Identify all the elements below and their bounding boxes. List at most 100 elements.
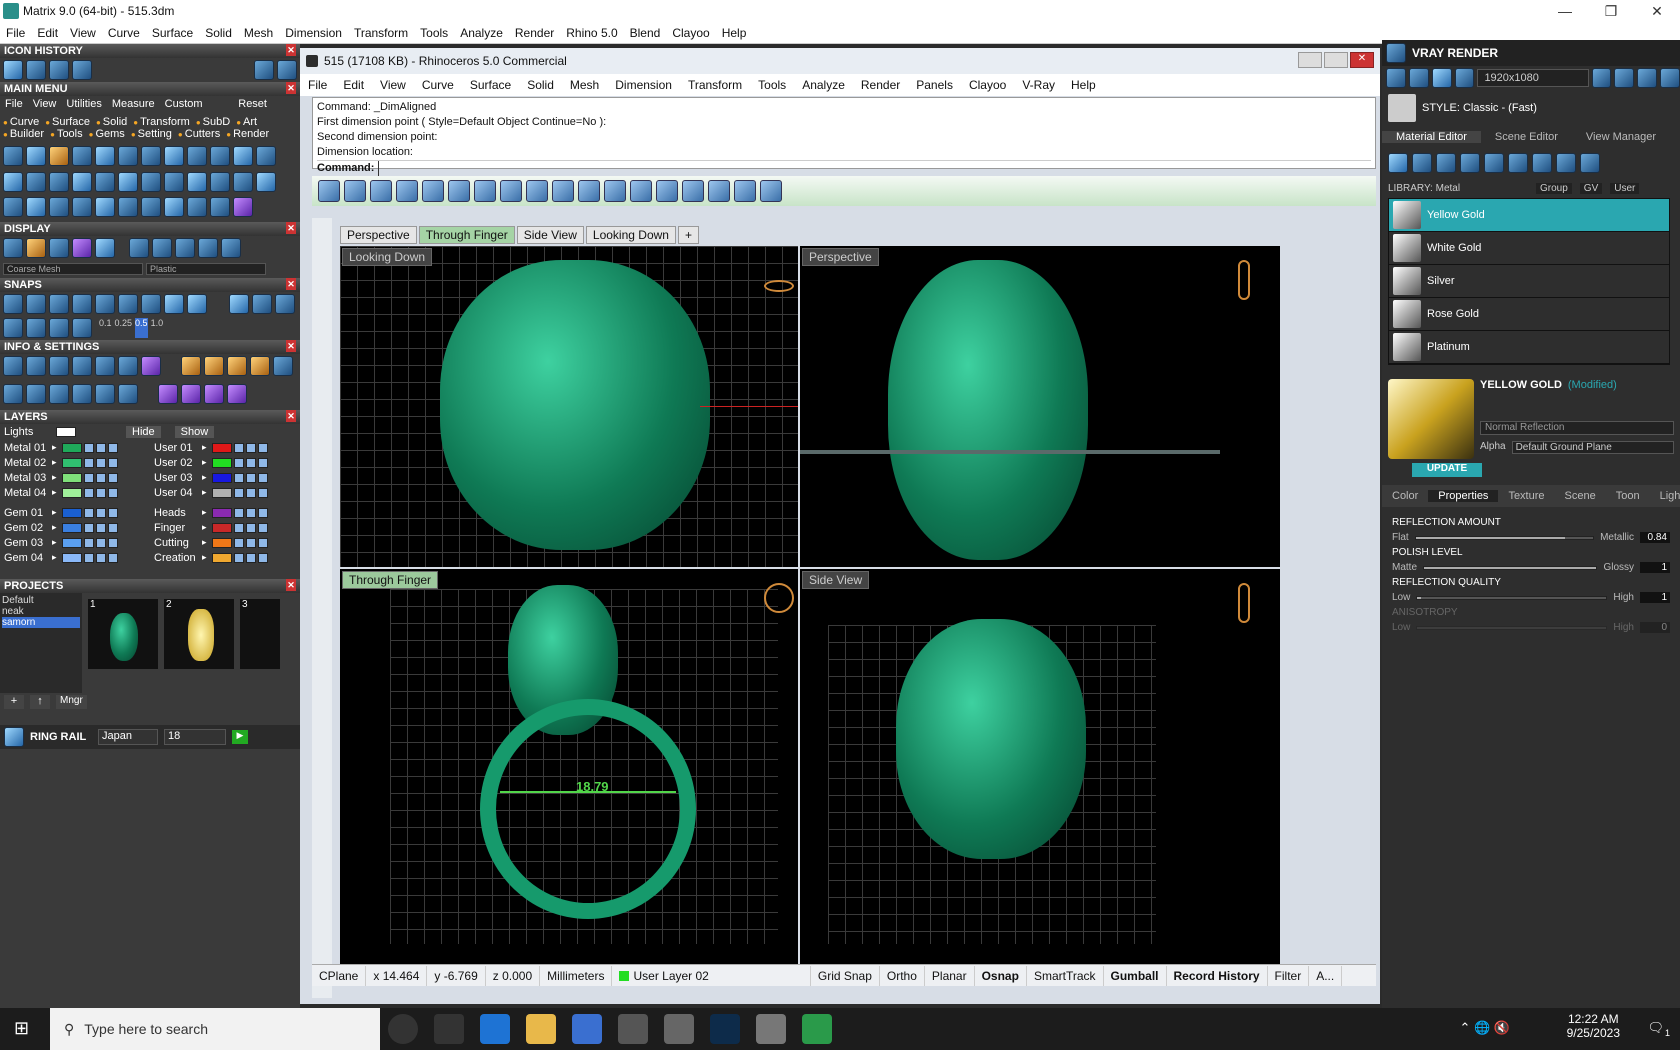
snap-toggle-icon[interactable] bbox=[229, 294, 249, 314]
layer-toggle-icon[interactable] bbox=[234, 442, 244, 453]
tool-icon[interactable] bbox=[187, 146, 207, 166]
project-thumb[interactable]: 3 bbox=[240, 599, 280, 669]
menu-edit[interactable]: Edit bbox=[31, 26, 64, 40]
slider-track[interactable] bbox=[1423, 565, 1598, 570]
material-icon[interactable] bbox=[1532, 153, 1552, 173]
edge-icon[interactable] bbox=[480, 1014, 510, 1044]
tool-icon[interactable] bbox=[204, 383, 224, 404]
expand-icon[interactable]: ▸ bbox=[52, 552, 62, 563]
viewport-label[interactable]: Looking Down bbox=[342, 248, 433, 266]
project-thumb[interactable]: 1 bbox=[88, 599, 158, 669]
folder-icon[interactable] bbox=[72, 60, 92, 80]
matrix-icon[interactable] bbox=[802, 1014, 832, 1044]
ellipse-icon[interactable] bbox=[422, 180, 444, 202]
rmenu-view[interactable]: View bbox=[372, 78, 414, 92]
layer-toggle-icon[interactable] bbox=[108, 457, 118, 468]
slider-value[interactable]: 1 bbox=[1640, 562, 1670, 573]
property-slider[interactable]: Flat Metallic 0.84 bbox=[1382, 530, 1680, 545]
tool-icon[interactable] bbox=[95, 383, 115, 404]
ring-model[interactable] bbox=[888, 260, 1088, 560]
menu-surface[interactable]: Surface bbox=[146, 26, 199, 40]
ring-model[interactable] bbox=[896, 619, 1086, 859]
snap-icon[interactable] bbox=[118, 294, 138, 314]
slider-value[interactable]: 0.84 bbox=[1640, 532, 1670, 543]
rhino-restore-button[interactable] bbox=[1324, 52, 1348, 68]
library-filter-gv[interactable]: GV bbox=[1579, 182, 1603, 194]
project-item[interactable]: Default bbox=[2, 595, 80, 606]
folder-icon[interactable] bbox=[526, 1014, 556, 1044]
layer-toggle-icon[interactable] bbox=[234, 507, 244, 518]
expand-icon[interactable]: ▸ bbox=[202, 472, 212, 483]
reflection-select[interactable]: Normal Reflection bbox=[1480, 421, 1674, 435]
store-icon[interactable] bbox=[572, 1014, 602, 1044]
layer-toggle-icon[interactable] bbox=[258, 457, 268, 468]
arc-icon[interactable] bbox=[396, 180, 418, 202]
tool-icon[interactable] bbox=[26, 383, 46, 404]
tool-icon[interactable] bbox=[95, 197, 115, 218]
tool-icon[interactable] bbox=[95, 171, 115, 192]
ring-shank[interactable] bbox=[480, 699, 696, 919]
material-select[interactable]: Plastic bbox=[146, 262, 266, 275]
rmenu-help[interactable]: Help bbox=[1063, 78, 1104, 92]
tool-icon[interactable] bbox=[49, 197, 69, 218]
arrow-left-icon[interactable] bbox=[254, 60, 274, 80]
play-icon[interactable] bbox=[49, 60, 69, 80]
sphere-icon[interactable] bbox=[49, 238, 69, 258]
tool-icon[interactable] bbox=[734, 180, 756, 202]
render-icon[interactable] bbox=[1660, 68, 1680, 88]
photoshop-icon[interactable] bbox=[710, 1014, 740, 1044]
tab-texture[interactable]: Texture bbox=[1498, 490, 1554, 502]
material-icon[interactable] bbox=[129, 238, 149, 258]
task-view-icon[interactable] bbox=[434, 1014, 464, 1044]
layer-toggle-icon[interactable] bbox=[258, 442, 268, 453]
expand-icon[interactable]: ▸ bbox=[202, 507, 212, 518]
material-icon[interactable] bbox=[1484, 153, 1504, 173]
display-icon[interactable] bbox=[95, 238, 115, 258]
cortana-icon[interactable] bbox=[388, 1014, 418, 1044]
layer-row[interactable]: User 02 ▸ bbox=[150, 455, 300, 470]
style-select[interactable]: STYLE: Classic - (Fast) bbox=[1422, 102, 1537, 114]
tool-icon[interactable] bbox=[95, 146, 115, 166]
expand-icon[interactable]: ▸ bbox=[52, 507, 62, 518]
material-icon[interactable] bbox=[198, 238, 218, 258]
tab-through-finger[interactable]: Through Finger bbox=[418, 226, 515, 244]
layer-toggle-icon[interactable] bbox=[258, 552, 268, 563]
tab-side-view[interactable]: Side View bbox=[516, 226, 584, 244]
snap-value[interactable]: 0.5 bbox=[135, 317, 148, 338]
snap-icon[interactable] bbox=[49, 317, 69, 338]
snap-icon[interactable] bbox=[187, 294, 207, 314]
cat-render[interactable]: Render bbox=[223, 128, 272, 140]
tool-icon[interactable] bbox=[72, 171, 92, 192]
cube-icon[interactable] bbox=[72, 356, 92, 376]
property-slider[interactable]: Low High 0 bbox=[1382, 620, 1680, 635]
update-button[interactable]: UPDATE bbox=[1412, 463, 1482, 477]
add-project-button[interactable]: + bbox=[4, 695, 24, 709]
layer-row[interactable]: Finger ▸ bbox=[150, 520, 300, 535]
rmenu-dimension[interactable]: Dimension bbox=[607, 78, 680, 92]
windows-start-icon[interactable]: ⊞ bbox=[14, 1018, 29, 1039]
tab-view[interactable]: View bbox=[28, 98, 62, 110]
manager-button[interactable]: Mngr bbox=[56, 695, 87, 709]
tool-icon[interactable] bbox=[72, 146, 92, 166]
property-slider[interactable]: Matte Glossy 1 bbox=[1382, 560, 1680, 575]
cube-icon[interactable] bbox=[682, 180, 704, 202]
menu-mesh[interactable]: Mesh bbox=[238, 26, 279, 40]
tab-utilities[interactable]: Utilities bbox=[61, 98, 106, 110]
layer-row[interactable]: Creation ▸ bbox=[150, 550, 300, 565]
select-icon[interactable] bbox=[318, 180, 340, 202]
viewport-label-active[interactable]: Through Finger bbox=[342, 571, 439, 589]
layer-toggle-icon[interactable] bbox=[234, 487, 244, 498]
wireframe-icon[interactable] bbox=[3, 238, 23, 258]
layer-color-swatch[interactable] bbox=[212, 522, 232, 533]
close-icon[interactable]: ✕ bbox=[286, 579, 296, 591]
layer-row[interactable]: Metal 03 ▸ bbox=[0, 470, 150, 485]
close-icon[interactable]: ✕ bbox=[286, 340, 296, 352]
material-icon[interactable] bbox=[1436, 153, 1456, 173]
layer-toggle-icon[interactable] bbox=[246, 472, 256, 483]
tab-custom[interactable]: Custom bbox=[160, 98, 208, 110]
close-icon[interactable]: ✕ bbox=[286, 222, 296, 234]
expand-icon[interactable]: ▸ bbox=[202, 537, 212, 548]
layer-color-swatch[interactable] bbox=[62, 487, 82, 498]
slider-value[interactable]: 1 bbox=[1640, 592, 1670, 603]
render-icon[interactable] bbox=[1454, 68, 1475, 88]
